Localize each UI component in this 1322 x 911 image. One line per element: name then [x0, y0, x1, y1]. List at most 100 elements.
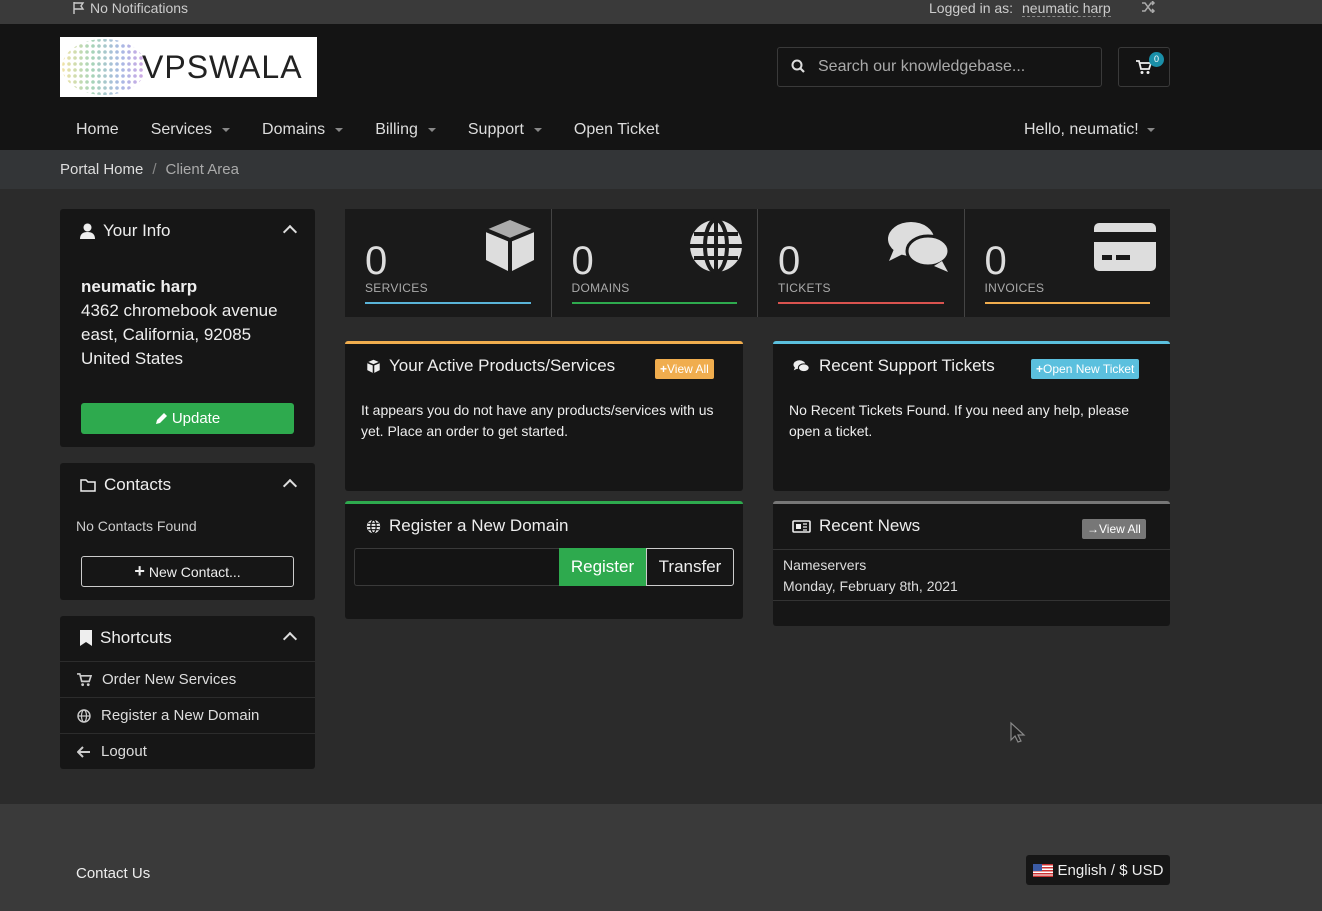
- new-contact-button[interactable]: + New Contact...: [81, 556, 294, 587]
- header: VPSWALA 0 Home Services Domains Billing …: [0, 24, 1322, 150]
- nav-home[interactable]: Home: [60, 118, 135, 142]
- update-label: Update: [171, 410, 221, 427]
- nav-billing[interactable]: Billing: [359, 118, 452, 142]
- plus-icon: +: [660, 362, 668, 376]
- open-new-ticket-button[interactable]: +Open New Ticket: [1031, 359, 1140, 379]
- us-flag-icon: [1032, 863, 1053, 877]
- language-currency-button[interactable]: English / $ USD: [1026, 855, 1170, 885]
- contact-us-link[interactable]: Contact Us: [76, 865, 150, 882]
- your-info-card: Your Info neumatic harp 4362 chromebook …: [60, 209, 315, 447]
- shortcut-logout[interactable]: Logout: [60, 733, 315, 769]
- register-button[interactable]: Register: [559, 548, 646, 586]
- stat-underline: [571, 302, 737, 304]
- domain-input[interactable]: [354, 548, 559, 586]
- shortcuts-card: Shortcuts Order New Services Register a …: [60, 616, 315, 769]
- plus-icon: +: [134, 561, 145, 581]
- news-item-title: Nameservers: [783, 557, 867, 573]
- stat-label: SERVICES: [365, 281, 428, 295]
- logged-in-label: Logged in as:: [929, 0, 1014, 16]
- stat-count: 0: [984, 239, 1007, 283]
- address-country: United States: [81, 349, 184, 368]
- news-item[interactable]: Nameservers Monday, February 8th, 2021: [773, 549, 1170, 601]
- nav-support[interactable]: Support: [452, 118, 558, 142]
- breadcrumb-separator: /: [152, 161, 157, 178]
- no-contacts-text: No Contacts Found: [76, 518, 197, 534]
- globe-icon: [690, 218, 742, 274]
- tickets-body: No Recent Tickets Found. If you need any…: [789, 400, 1159, 442]
- stat-count: 0: [778, 239, 801, 283]
- credit-card-icon: [1094, 223, 1156, 271]
- nav-home-label: Home: [76, 121, 119, 138]
- products-view-all-button[interactable]: +View All: [655, 359, 714, 379]
- tickets-empty-text: No Recent Tickets Found. If you need any…: [789, 402, 1130, 418]
- stat-count: 0: [571, 239, 594, 283]
- update-button[interactable]: Update: [81, 403, 294, 434]
- search-icon[interactable]: [778, 59, 818, 76]
- contacts-card: Contacts No Contacts Found + New Contact…: [60, 463, 315, 600]
- stat-tickets[interactable]: 0 TICKETS: [758, 209, 965, 317]
- nav-services-label: Services: [150, 121, 213, 138]
- tickets-header: Recent Support Tickets: [792, 356, 995, 376]
- nav-open-ticket[interactable]: Open Ticket: [558, 118, 675, 142]
- logged-in-user[interactable]: neumatic harp: [1022, 0, 1111, 17]
- shortcut-order-new-services[interactable]: Order New Services: [60, 661, 315, 697]
- logo-text: VPSWALA: [142, 48, 303, 85]
- main-nav: Home Services Domains Billing Support Op…: [60, 118, 675, 142]
- contacts-title: Contacts: [104, 475, 172, 494]
- news-view-all-button[interactable]: →View All: [1082, 519, 1146, 539]
- news-panel: Recent News →View All Nameservers Monday…: [773, 501, 1170, 626]
- knowledgebase-search[interactable]: [777, 47, 1102, 87]
- nav-domains[interactable]: Domains: [246, 118, 359, 142]
- arrow-right-icon: →: [1087, 522, 1099, 536]
- stat-label: INVOICES: [984, 281, 1045, 295]
- notifications-link[interactable]: No Notifications: [72, 0, 188, 16]
- products-title: Your Active Products/Services: [389, 356, 616, 375]
- caret-down-icon: [335, 128, 344, 132]
- chevron-up-icon[interactable]: [282, 224, 298, 240]
- address-line-1: 4362 chromebook avenue: [81, 301, 278, 320]
- caret-down-icon: [427, 128, 436, 132]
- stat-label: DOMAINS: [571, 281, 630, 295]
- stat-label: TICKETS: [778, 281, 831, 295]
- logo[interactable]: VPSWALA: [60, 37, 317, 97]
- open-ticket-link[interactable]: open a ticket.: [789, 423, 872, 439]
- domain-title: Register a New Domain: [389, 516, 569, 535]
- your-info-details: neumatic harp 4362 chromebook avenue eas…: [81, 275, 278, 371]
- caret-down-icon: [533, 128, 542, 132]
- news-item-date: Monday, February 8th, 2021: [783, 578, 958, 594]
- transfer-button[interactable]: Transfer: [646, 548, 734, 586]
- stat-invoices[interactable]: 0 INVOICES: [965, 209, 1171, 317]
- stat-domains[interactable]: 0 DOMAINS: [552, 209, 758, 317]
- chevron-up-icon[interactable]: [282, 478, 298, 494]
- stat-services[interactable]: 0 SERVICES: [345, 209, 552, 317]
- flag-icon: [73, 2, 85, 14]
- account-menu[interactable]: Hello, neumatic!: [1024, 118, 1155, 142]
- shortcut-register-domain[interactable]: Register a New Domain: [60, 697, 315, 733]
- bookmark-icon: [80, 630, 92, 646]
- shortcut-label: Logout: [101, 743, 147, 760]
- logo-mark: [60, 37, 146, 97]
- switch-account-icon[interactable]: [1141, 0, 1156, 16]
- search-input[interactable]: [818, 58, 1088, 76]
- contacts-header[interactable]: Contacts: [80, 475, 171, 495]
- mouse-cursor-icon: [1010, 721, 1026, 743]
- newspaper-icon: [792, 519, 811, 533]
- place-order-link[interactable]: Place an order to get started.: [387, 423, 568, 439]
- nav-open-ticket-label: Open Ticket: [573, 121, 660, 138]
- nav-support-label: Support: [467, 121, 524, 138]
- your-info-header[interactable]: Your Info: [80, 221, 170, 241]
- cube-icon: [484, 220, 535, 272]
- pencil-icon: [155, 413, 167, 424]
- nav-services[interactable]: Services: [135, 118, 246, 142]
- top-bar: No Notifications Logged in as: neumatic …: [0, 0, 1322, 24]
- caret-down-icon: [222, 128, 231, 132]
- breadcrumb-current: Client Area: [165, 161, 239, 178]
- folder-icon: [80, 478, 96, 492]
- chevron-up-icon[interactable]: [282, 631, 298, 647]
- footer: Contact Us English / $ USD: [0, 804, 1322, 911]
- tickets-panel: Recent Support Tickets +Open New Ticket …: [773, 341, 1170, 491]
- shortcuts-header[interactable]: Shortcuts: [80, 628, 172, 648]
- breadcrumb-home[interactable]: Portal Home: [60, 161, 143, 178]
- cart-button[interactable]: 0: [1118, 47, 1170, 87]
- globe-icon: [366, 518, 381, 534]
